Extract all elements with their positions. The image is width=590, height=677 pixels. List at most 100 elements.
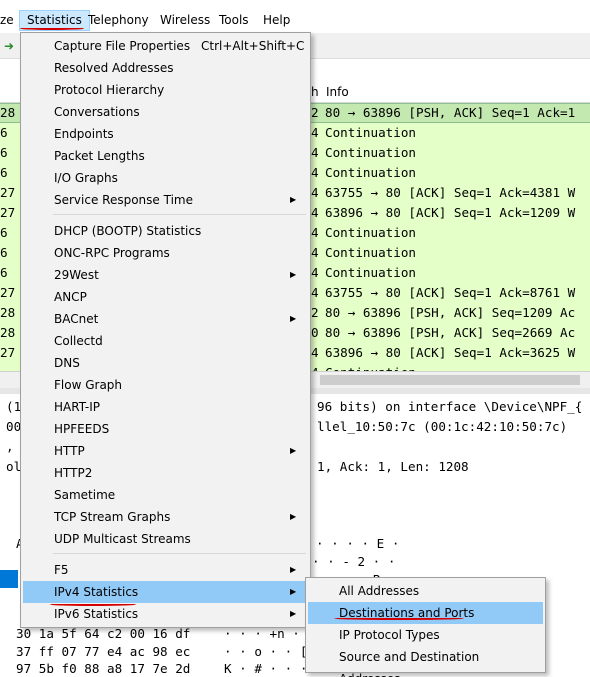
packet-length: 4: [311, 225, 319, 240]
menu-item-label: Collectd: [54, 334, 103, 348]
detail-text: 00: [6, 419, 22, 434]
statistics-menu: Capture File Properties Ctrl+Alt+Shift+C…: [20, 32, 311, 628]
menu-item-hart-ip[interactable]: HART-IP: [23, 396, 308, 418]
menu-wireless[interactable]: Wireless: [153, 10, 217, 31]
menu-item-capture-file-properties[interactable]: Capture File Properties Ctrl+Alt+Shift+C: [23, 35, 308, 57]
menu-item-http2[interactable]: HTTP2: [23, 462, 308, 484]
menu-item-label: TCP Stream Graphs: [54, 510, 171, 524]
submenu-arrow-icon: ▶: [290, 195, 297, 204]
packet-info: 80 → 63896 [PSH, ACK] Seq=1209 Ac: [325, 305, 576, 320]
menu-item-label: UDP Multicast Streams: [54, 532, 191, 546]
menu-item-flow-graph[interactable]: Flow Graph: [23, 374, 308, 396]
menu-item-onc-rpc-programs[interactable]: ONC-RPC Programs: [23, 242, 308, 264]
menu-help[interactable]: Help: [256, 10, 297, 31]
packet-info: 63755 → 80 [ACK] Seq=1 Ack=8761 W: [325, 285, 576, 300]
ipv4-statistics-submenu: All Addresses Destinations and Ports IP …: [305, 577, 546, 677]
scrollbar-thumb[interactable]: [320, 375, 580, 385]
submenu-item-all-addresses[interactable]: All Addresses: [308, 580, 543, 602]
bytes-ascii: · · - 2 · ·: [312, 554, 396, 569]
menu-item-label: Resolved Addresses: [54, 61, 174, 75]
menu-item-hpfeeds[interactable]: HPFEEDS: [23, 418, 308, 440]
packet-number: 6: [0, 245, 8, 260]
menu-item-resolved-addresses[interactable]: Resolved Addresses: [23, 57, 308, 79]
packet-info: Continuation: [325, 125, 416, 140]
go-forward-icon[interactable]: ➜: [4, 39, 14, 53]
menu-item-label: Sametime: [54, 488, 116, 502]
submenu-arrow-icon: ▶: [290, 512, 297, 521]
menu-item-protocol-hierarchy[interactable]: Protocol Hierarchy: [23, 79, 308, 101]
menu-item-service-response-time[interactable]: Service Response Time ▶: [23, 189, 308, 211]
detail-text: (1: [6, 399, 22, 414]
menu-item-tcp-stream-graphs[interactable]: TCP Stream Graphs ▶: [23, 506, 308, 528]
menu-item-label: HPFEEDS: [54, 422, 110, 436]
menu-item-label: DHCP (BOOTP) Statistics: [54, 224, 202, 238]
menu-telephony[interactable]: Telephony: [81, 10, 156, 31]
packet-length: 4: [311, 145, 319, 160]
menu-item-ipv4-statistics[interactable]: IPv4 Statistics ▶: [23, 581, 308, 603]
detail-text: 96 bits) on interface \Device\NPF_{: [317, 399, 583, 414]
menu-item-collectd[interactable]: Collectd: [23, 330, 308, 352]
packet-number: 27: [0, 185, 16, 200]
packet-info: 63755 → 80 [ACK] Seq=1 Ack=4381 W: [325, 185, 576, 200]
red-annotation-underline: [334, 617, 464, 620]
menu-item-endpoints[interactable]: Endpoints: [23, 123, 308, 145]
menu-item-label: Source and Destination Addresses: [339, 650, 480, 677]
packet-length: 4: [311, 185, 319, 200]
bytes-ascii: · · · · E ·: [316, 536, 400, 551]
menu-item-label: HART-IP: [54, 400, 101, 414]
menu-item-label: Service Response Time: [54, 193, 193, 207]
menu-item-ancp[interactable]: ANCP: [23, 286, 308, 308]
packet-info: 80 → 63896 [PSH, ACK] Seq=1 Ack=1: [325, 105, 576, 120]
menu-item-label: HTTP: [54, 444, 85, 458]
detail-text: ol: [6, 459, 22, 474]
packet-length: 0: [311, 325, 319, 340]
menu-item-dhcp-statistics[interactable]: DHCP (BOOTP) Statistics: [23, 220, 308, 242]
menu-item-http[interactable]: HTTP ▶: [23, 440, 308, 462]
menu-item-label: IPv6 Statistics: [54, 607, 139, 621]
submenu-arrow-icon: ▶: [290, 314, 297, 323]
column-header-info[interactable]: Info: [326, 85, 349, 99]
packet-length: 4: [311, 363, 319, 371]
submenu-arrow-icon: ▶: [290, 270, 297, 279]
column-header-length[interactable]: h: [311, 85, 319, 99]
submenu-item-destinations-and-ports[interactable]: Destinations and Ports: [308, 602, 543, 624]
menu-item-io-graphs[interactable]: I/O Graphs: [23, 167, 308, 189]
menu-separator: [53, 214, 306, 215]
menu-item-label: Endpoints: [54, 127, 114, 141]
packet-number: 6: [0, 145, 8, 160]
packet-info: 80 → 63896 [PSH, ACK] Seq=2669 Ac: [325, 325, 576, 340]
bytes-hex: 97 5b f0 88 a8 17 7e 2d: [16, 661, 191, 676]
packet-length: 4: [311, 245, 319, 260]
packet-info: Continuation: [325, 265, 416, 280]
menu-analyze[interactable]: ze: [0, 10, 21, 31]
menu-item-ipv6-statistics[interactable]: IPv6 Statistics ▶: [23, 603, 308, 625]
packet-number: 6: [0, 165, 8, 180]
menu-item-packet-lengths[interactable]: Packet Lengths: [23, 145, 308, 167]
menu-separator: [53, 553, 306, 554]
menu-item-label: BACnet: [54, 312, 99, 326]
menu-item-dns[interactable]: DNS: [23, 352, 308, 374]
menu-item-label: 29West: [54, 268, 99, 282]
menu-item-bacnet[interactable]: BACnet ▶: [23, 308, 308, 330]
menu-tools[interactable]: Tools: [212, 10, 256, 31]
submenu-item-ip-protocol-types[interactable]: IP Protocol Types: [308, 624, 543, 646]
packet-info: 63896 → 80 [ACK] Seq=1 Ack=1209 W: [325, 205, 576, 220]
packet-length: 4: [311, 205, 319, 220]
menu-item-29west[interactable]: 29West ▶: [23, 264, 308, 286]
packet-length: 2: [311, 305, 319, 320]
submenu-arrow-icon: ▶: [290, 609, 297, 618]
menu-item-conversations[interactable]: Conversations: [23, 101, 308, 123]
menu-item-label: ANCP: [54, 290, 87, 304]
submenu-item-source-and-destination-addresses[interactable]: Source and Destination Addresses: [308, 646, 543, 677]
packet-number: 27: [0, 205, 16, 220]
menu-item-f5[interactable]: F5 ▶: [23, 559, 308, 581]
packet-number: 6: [0, 125, 8, 140]
packet-length: 4: [311, 165, 319, 180]
menu-item-label: Protocol Hierarchy: [54, 83, 165, 97]
red-annotation-underline: [50, 603, 136, 606]
menu-item-udp-multicast-streams[interactable]: UDP Multicast Streams: [23, 528, 308, 550]
menu-item-label: ONC-RPC Programs: [54, 246, 170, 260]
packet-number: 6: [0, 225, 8, 240]
menu-item-label: Conversations: [54, 105, 140, 119]
menu-item-sametime[interactable]: Sametime: [23, 484, 308, 506]
